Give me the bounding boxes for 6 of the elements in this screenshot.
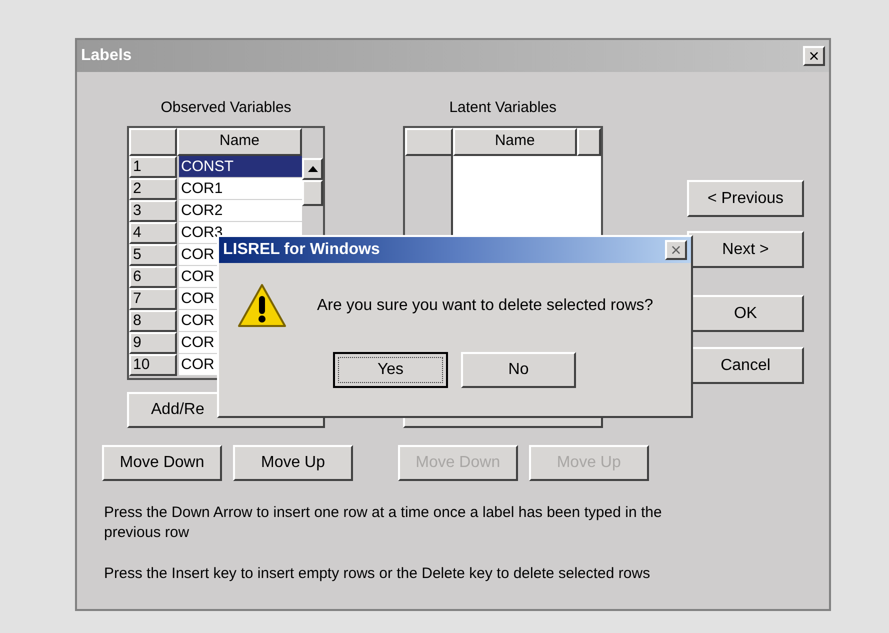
window-title: Labels — [81, 46, 132, 66]
dialog-message: Are you sure you want to delete selected rows? — [317, 296, 654, 316]
hint-text: Press the Insert key to insert empty rows or the Delete key to delete selected rows — [104, 564, 652, 584]
hint-text: Press the Down Arrow to insert one row at a time once a label has been typed in the previous row — [104, 502, 663, 542]
section-title: Latent Variables — [449, 98, 556, 118]
section-title: Observed Variables — [160, 98, 292, 118]
